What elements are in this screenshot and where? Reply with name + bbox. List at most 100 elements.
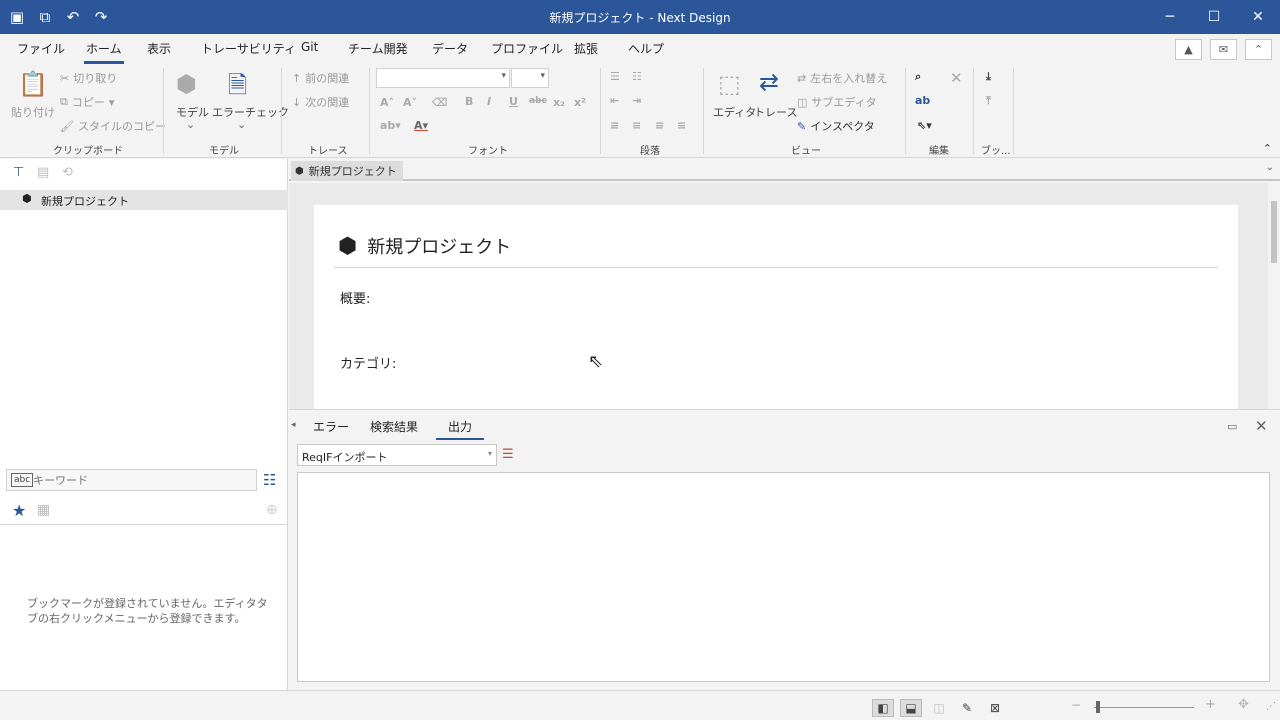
search-input[interactable]	[33, 471, 253, 489]
subscript-icon[interactable]: x₂	[553, 96, 565, 109]
group-label-edit: 編集	[929, 146, 949, 157]
delete-icon[interactable]: ✕	[950, 69, 963, 87]
justify-icon[interactable]: ≡	[677, 119, 686, 132]
font-color-icon[interactable]: A▾	[414, 119, 428, 132]
sub-editor-button[interactable]: ◫ サブエディタ	[797, 94, 877, 110]
align-center-icon[interactable]: ≡	[632, 119, 641, 132]
underline-icon[interactable]: U	[509, 95, 518, 108]
vertical-scrollbar[interactable]	[1268, 183, 1280, 409]
output-text-area[interactable]	[297, 472, 1270, 682]
feedback-icon[interactable]: ✉	[1210, 39, 1237, 60]
tree-item-root[interactable]: ⬢ 新規プロジェクト	[0, 190, 288, 210]
layout-bottom-icon[interactable]: ⬓	[900, 699, 922, 717]
tab-team[interactable]: チーム開発	[348, 40, 408, 57]
error-check-icon[interactable]: 🗎	[228, 68, 247, 109]
cut-button[interactable]: ✂ 切り取り	[60, 70, 117, 86]
bullet-list-icon[interactable]: ☰	[610, 70, 620, 83]
grow-font-icon[interactable]: A˄	[380, 96, 394, 109]
collapse-ribbon-icon[interactable]: ⌃	[1245, 39, 1272, 60]
tab-data[interactable]: データ	[432, 40, 468, 57]
tab-extension[interactable]: 拡張	[574, 40, 598, 57]
resize-grip-icon[interactable]: ⋰	[1266, 701, 1276, 712]
swap-panes-button[interactable]: ⇄ 左右を入れ替え	[797, 70, 887, 86]
search-options-icon[interactable]: ☷	[263, 471, 276, 489]
layout-split-icon[interactable]: ◫	[928, 699, 950, 717]
star-icon[interactable]: ★	[12, 501, 26, 520]
outdent-icon[interactable]: ⇤	[610, 94, 619, 107]
restore-icon[interactable]: ▭	[1227, 420, 1237, 433]
sync-icon[interactable]: ⟲	[62, 165, 73, 180]
document-title-text: 新規プロジェクト	[367, 237, 512, 258]
align-right-icon[interactable]: ≡	[655, 119, 664, 132]
zoom-in-icon[interactable]: +	[1205, 697, 1216, 712]
close-button[interactable]: ✕	[1236, 0, 1280, 34]
shrink-font-icon[interactable]: A˅	[403, 96, 417, 109]
editor-tab[interactable]: ⬢ 新規プロジェクト	[291, 161, 403, 181]
select-icon[interactable]: ⇖▾	[917, 119, 932, 132]
tab-errors[interactable]: エラー	[313, 418, 349, 435]
editor-icon[interactable]: ⬚	[718, 70, 741, 98]
font-size-select[interactable]: ▾	[511, 68, 549, 88]
trace-view-button[interactable]: トレース	[754, 104, 797, 120]
document-page: ⬢ 新規プロジェクト 概要: カテゴリ:	[314, 205, 1238, 409]
tab-view[interactable]: 表示	[147, 40, 171, 57]
layout-left-icon[interactable]: ◧	[872, 699, 894, 717]
zoom-out-icon[interactable]: −	[1071, 698, 1081, 712]
close-panes-icon[interactable]: ⊠	[984, 699, 1006, 717]
clear-format-icon[interactable]: ⌫	[432, 96, 448, 109]
next-relation-button[interactable]: ↓ 次の関連	[292, 94, 349, 110]
chevron-up-icon[interactable]: ⌃	[1263, 142, 1272, 155]
superscript-icon[interactable]: x²	[574, 96, 586, 109]
highlight-icon[interactable]: ab▾	[380, 119, 401, 132]
italic-icon[interactable]: I	[487, 95, 491, 108]
account-icon[interactable]: ▲	[1175, 39, 1202, 60]
model-icon[interactable]: ⬢	[176, 70, 197, 98]
find-icon[interactable]: ⌕	[915, 70, 921, 84]
font-family-select[interactable]: ▾	[376, 68, 510, 88]
editor-button[interactable]: エディタ	[713, 104, 756, 120]
tree-view-icon[interactable]: ⊤	[13, 165, 24, 180]
tab-traceability[interactable]: トレーサビリティ	[201, 40, 296, 57]
fit-zoom-icon[interactable]: ✥	[1238, 697, 1249, 712]
inspector-button[interactable]: ✎ インスペクタ	[797, 118, 875, 134]
tab-git[interactable]: Git	[301, 40, 318, 54]
chevron-left-icon[interactable]: ◂	[291, 420, 296, 430]
error-check-button[interactable]: エラーチェック	[212, 104, 289, 120]
replace-icon[interactable]: ab	[915, 94, 930, 107]
clear-output-icon[interactable]: ☰	[502, 447, 514, 462]
close-icon[interactable]: ✕	[1255, 417, 1268, 435]
download-icon[interactable]: ⤓	[986, 70, 991, 84]
paste-button[interactable]: 貼り付け	[11, 104, 55, 120]
style-copy-button[interactable]: 🖌 スタイルのコピー	[60, 118, 166, 134]
output-source-select[interactable]: ReqIFインポート ▾	[297, 444, 497, 466]
numbered-list-icon[interactable]: ☷	[632, 70, 642, 83]
tab-profile[interactable]: プロファイル	[491, 40, 563, 57]
tab-output[interactable]: 出力	[435, 418, 485, 440]
model-list-icon[interactable]: ▤	[37, 165, 49, 180]
chevron-down-icon[interactable]: ⌄	[1266, 162, 1274, 173]
tab-search-results[interactable]: 検索結果	[370, 418, 418, 435]
folder-icon[interactable]: ▦	[37, 502, 50, 518]
search-box: abc	[6, 469, 257, 491]
inspector-toggle-icon[interactable]: ✎	[956, 699, 978, 717]
indent-icon[interactable]: ⇥	[632, 94, 641, 107]
prev-relation-button[interactable]: ↑ 前の関連	[292, 70, 349, 86]
upload-icon[interactable]: ⤒	[986, 94, 991, 108]
bold-icon[interactable]: B	[465, 95, 473, 108]
paste-icon[interactable]: 📋	[18, 70, 48, 98]
chevron-down-icon: ⌄	[186, 118, 196, 131]
tab-help[interactable]: ヘルプ	[628, 40, 664, 57]
strikethrough-icon[interactable]: abc	[529, 96, 547, 106]
zoom-slider-track[interactable]	[1094, 707, 1194, 708]
maximize-button[interactable]: ☐	[1192, 0, 1236, 34]
add-bookmark-icon[interactable]: ⊕	[266, 502, 278, 518]
status-bar: ◧ ⬓ ◫ ✎ ⊠ − + ✥ ⋰	[0, 690, 1280, 720]
align-left-icon[interactable]: ≡	[610, 119, 619, 132]
trace-view-icon[interactable]: ⇄	[759, 68, 779, 96]
tab-file[interactable]: ファイル	[17, 40, 65, 57]
tab-home[interactable]: ホーム	[84, 40, 124, 64]
minimize-button[interactable]: ─	[1148, 0, 1192, 34]
scrollbar-thumb[interactable]	[1271, 201, 1277, 263]
zoom-slider-thumb[interactable]	[1096, 701, 1100, 713]
copy-button[interactable]: ⧉ コピー ▾	[60, 94, 114, 110]
